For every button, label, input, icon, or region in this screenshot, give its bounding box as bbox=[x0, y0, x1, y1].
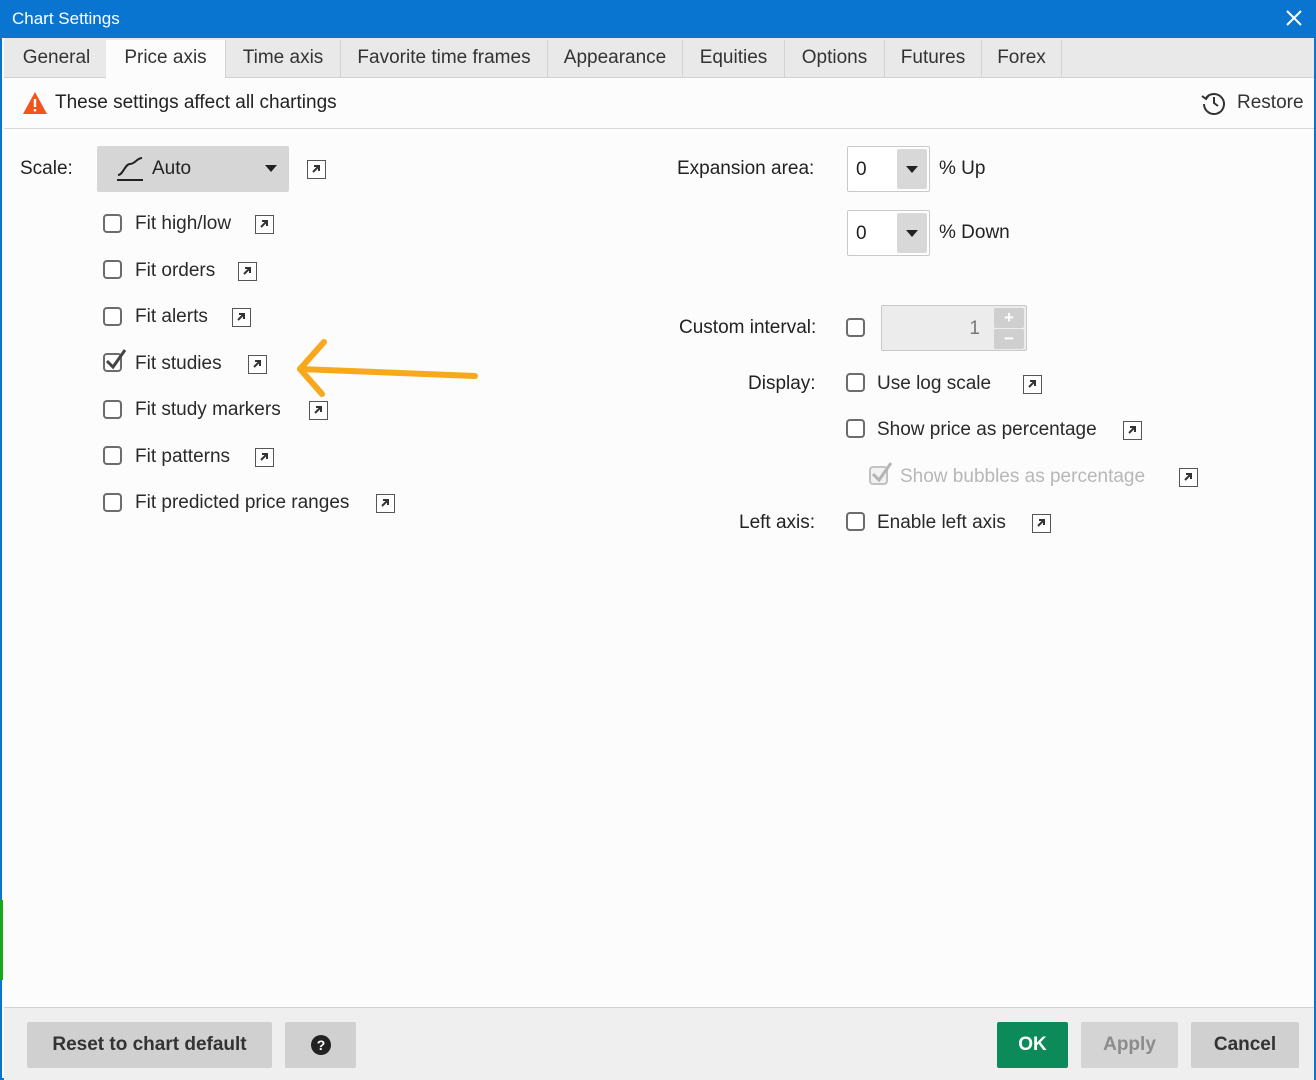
use-log-scale-checkbox[interactable] bbox=[846, 373, 865, 392]
dropdown-button[interactable] bbox=[897, 213, 927, 253]
popout-icon[interactable] bbox=[376, 494, 395, 513]
restore-button[interactable]: Restore bbox=[1237, 92, 1304, 114]
window-title: Chart Settings bbox=[12, 9, 120, 28]
chart-settings-dialog: Chart Settings General Price axis Time a… bbox=[0, 0, 1316, 1080]
apply-button[interactable]: Apply bbox=[1081, 1022, 1178, 1068]
expansion-area-label: Expansion area: bbox=[677, 158, 815, 179]
show-price-as-percentage-checkbox[interactable] bbox=[846, 419, 865, 438]
popout-icon[interactable] bbox=[255, 448, 274, 467]
cancel-button[interactable]: Cancel bbox=[1191, 1022, 1299, 1068]
dropdown-button[interactable] bbox=[897, 149, 927, 189]
popout-icon[interactable] bbox=[248, 355, 267, 374]
warning-bar: These settings affect all chartings Rest… bbox=[4, 78, 1314, 129]
tab-futures[interactable]: Futures bbox=[885, 40, 982, 78]
expansion-down-unit: % Down bbox=[939, 222, 1010, 243]
custom-interval-checkbox[interactable] bbox=[846, 318, 865, 337]
tab-forex[interactable]: Forex bbox=[982, 40, 1062, 78]
fit-orders-checkbox[interactable] bbox=[103, 260, 122, 279]
warning-text: These settings affect all chartings bbox=[55, 92, 337, 113]
popout-icon[interactable] bbox=[1032, 514, 1051, 533]
checkmark-icon bbox=[871, 462, 893, 483]
tab-time-axis[interactable]: Time axis bbox=[226, 40, 341, 78]
chevron-down-icon bbox=[906, 166, 918, 173]
show-price-as-percentage-label[interactable]: Show price as percentage bbox=[877, 419, 1097, 441]
fit-patterns-label[interactable]: Fit patterns bbox=[135, 446, 230, 468]
fit-alerts-checkbox[interactable] bbox=[103, 307, 122, 326]
reset-to-chart-default-button[interactable]: Reset to chart default bbox=[27, 1022, 272, 1068]
chevron-down-icon bbox=[265, 165, 277, 172]
warning-icon bbox=[23, 92, 47, 114]
enable-left-axis-checkbox[interactable] bbox=[846, 512, 865, 531]
expansion-up-unit: % Up bbox=[939, 158, 986, 179]
tab-bar: General Price axis Time axis Favorite ti… bbox=[4, 38, 1314, 79]
tab-general[interactable]: General bbox=[6, 40, 108, 78]
expansion-up-value: 0 bbox=[856, 159, 867, 180]
tab-appearance[interactable]: Appearance bbox=[548, 40, 683, 78]
tab-price-axis[interactable]: Price axis bbox=[106, 40, 226, 79]
decrement-button[interactable]: − bbox=[994, 329, 1024, 349]
show-bubbles-as-percentage-label[interactable]: Show bubbles as percentage bbox=[900, 466, 1145, 488]
fit-orders-label[interactable]: Fit orders bbox=[135, 260, 215, 282]
use-log-scale-label[interactable]: Use log scale bbox=[877, 373, 991, 395]
background-window-edge bbox=[0, 900, 3, 980]
title-bar: Chart Settings bbox=[2, 0, 1316, 38]
popout-icon[interactable] bbox=[238, 262, 257, 281]
help-icon: ? bbox=[310, 1035, 331, 1055]
scale-value: Auto bbox=[152, 158, 192, 179]
left-axis-label: Left axis: bbox=[739, 512, 816, 533]
scale-label: Scale: bbox=[20, 158, 73, 179]
popout-icon[interactable] bbox=[255, 215, 274, 234]
enable-left-axis-label[interactable]: Enable left axis bbox=[877, 512, 1006, 534]
tab-favorite-time-frames[interactable]: Favorite time frames bbox=[341, 40, 548, 78]
history-icon[interactable] bbox=[1200, 89, 1228, 117]
close-icon[interactable] bbox=[1282, 6, 1306, 30]
fit-study-markers-checkbox[interactable] bbox=[103, 400, 122, 419]
fit-predicted-price-ranges-checkbox[interactable] bbox=[103, 493, 122, 512]
tab-options[interactable]: Options bbox=[785, 40, 885, 78]
fit-high-low-label[interactable]: Fit high/low bbox=[135, 213, 231, 235]
show-bubbles-as-percentage-checkbox[interactable] bbox=[869, 462, 893, 485]
scale-dropdown[interactable]: Auto bbox=[97, 146, 289, 192]
popout-icon[interactable] bbox=[232, 308, 251, 327]
expansion-down-value: 0 bbox=[856, 223, 867, 244]
annotation-arrow-icon bbox=[297, 339, 478, 397]
fit-high-low-checkbox[interactable] bbox=[103, 214, 122, 233]
popout-icon[interactable] bbox=[309, 401, 328, 420]
custom-interval-label: Custom interval: bbox=[679, 317, 817, 338]
expansion-up-dropdown[interactable]: 0 bbox=[847, 146, 930, 192]
tab-equities[interactable]: Equities bbox=[683, 40, 785, 78]
scale-auto-icon bbox=[117, 157, 143, 181]
fit-studies-label[interactable]: Fit studies bbox=[135, 353, 222, 375]
svg-text:?: ? bbox=[316, 1037, 325, 1053]
custom-interval-stepper[interactable]: 1 + − bbox=[881, 305, 1027, 351]
chevron-down-icon bbox=[906, 230, 918, 237]
help-button[interactable]: ? bbox=[285, 1022, 356, 1068]
fit-study-markers-label[interactable]: Fit study markers bbox=[135, 399, 281, 421]
fit-predicted-price-ranges-label[interactable]: Fit predicted price ranges bbox=[135, 492, 349, 514]
popout-icon[interactable] bbox=[1123, 421, 1142, 440]
fit-alerts-label[interactable]: Fit alerts bbox=[135, 306, 208, 328]
popout-icon[interactable] bbox=[307, 160, 326, 179]
display-label: Display: bbox=[748, 373, 816, 394]
popout-icon[interactable] bbox=[1179, 468, 1198, 487]
popout-icon[interactable] bbox=[1023, 375, 1042, 394]
dialog-footer: Reset to chart default ? OK Apply Cancel bbox=[4, 1007, 1314, 1080]
ok-button[interactable]: OK bbox=[997, 1022, 1068, 1068]
custom-interval-value: 1 bbox=[969, 318, 980, 339]
checkmark-icon bbox=[105, 349, 127, 370]
fit-studies-checkbox[interactable] bbox=[103, 349, 127, 372]
expansion-down-dropdown[interactable]: 0 bbox=[847, 210, 930, 256]
fit-patterns-checkbox[interactable] bbox=[103, 446, 122, 465]
increment-button[interactable]: + bbox=[994, 308, 1024, 328]
